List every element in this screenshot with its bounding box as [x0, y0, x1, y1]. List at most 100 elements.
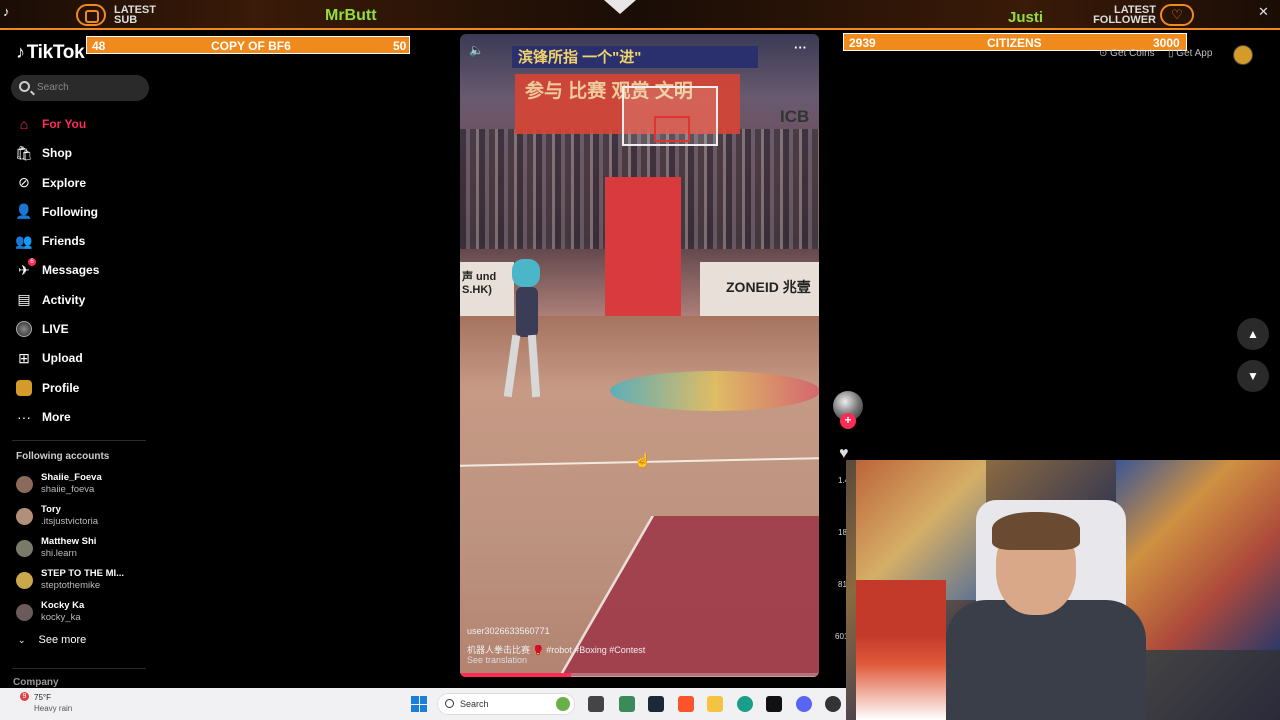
- live-icon: [16, 321, 32, 338]
- sub-goal-target: 50: [393, 39, 407, 53]
- chevron-down-icon: ⌄: [18, 635, 26, 645]
- get-coins-label: Get Coins: [1110, 48, 1155, 59]
- file-explorer-icon[interactable]: [707, 696, 723, 712]
- sidebar-item-label: Shop: [42, 146, 72, 161]
- tiktok-note-icon: ♪: [16, 42, 25, 62]
- search-highlight-icon: [556, 697, 570, 711]
- profile-icon: [16, 379, 32, 396]
- webcam-overlay: [846, 460, 1280, 720]
- sidebar-item-friends[interactable]: 👥 Friends: [0, 227, 160, 256]
- avatar: [16, 476, 33, 493]
- edge-browser-icon[interactable]: [737, 696, 753, 712]
- shop-bag-icon: 🛍: [15, 144, 33, 161]
- avatar: [16, 572, 33, 589]
- mouse-cursor-icon: ☝: [634, 452, 652, 468]
- volume-icon[interactable]: 🔈: [469, 43, 484, 57]
- account-handle: kocky_ka: [41, 612, 81, 623]
- heart-follow-icon: ♡: [1160, 4, 1194, 26]
- following-account-item[interactable]: Kocky Ka kocky_ka: [14, 598, 154, 630]
- account-name: STEP TO THE MI...: [41, 568, 125, 579]
- sidebar-item-label: Messages: [42, 263, 100, 278]
- video-zoneid-ad: ZONEID 兆壹: [700, 262, 819, 316]
- company-link[interactable]: Company: [13, 677, 59, 688]
- avatar: [16, 508, 33, 525]
- windows-start-icon[interactable]: [411, 696, 427, 712]
- following-account-item[interactable]: STEP TO THE MI... steptothemike: [14, 566, 154, 598]
- activity-icon: ▤: [17, 291, 31, 308]
- get-coins-link[interactable]: ⊙ Get Coins: [1099, 48, 1155, 59]
- account-handle: shaiie_foeva: [41, 484, 95, 495]
- tiktok-logo[interactable]: ♪ TikTok: [16, 42, 85, 64]
- sidebar-divider: [12, 440, 146, 441]
- steam-icon[interactable]: [648, 696, 664, 712]
- sidebar-item-label: More: [42, 409, 71, 424]
- video-progress-bar[interactable]: [460, 673, 819, 677]
- tiktok-app-icon[interactable]: [766, 696, 782, 712]
- webcam-shoe-boxes: [856, 580, 946, 720]
- close-icon[interactable]: ✕: [1258, 4, 1269, 20]
- following-account-item[interactable]: Tory .itsjustvictoria: [14, 502, 154, 534]
- see-more-label: See more: [38, 634, 87, 646]
- sidebar-item-more[interactable]: ··· More: [0, 403, 160, 432]
- account-handle: shi.learn: [41, 548, 77, 559]
- webcam-person-shirt: [946, 600, 1146, 720]
- previous-video-button[interactable]: ▲: [1237, 318, 1269, 350]
- sidebar-item-label: Profile: [42, 380, 80, 395]
- weather-widget-icon[interactable]: 9: [20, 692, 32, 704]
- taskbar-search-input[interactable]: Search: [437, 693, 575, 715]
- tiktok-corner-icon: ♪: [3, 4, 10, 19]
- video-court-logo: [610, 371, 819, 411]
- sidebar-item-for-you[interactable]: ⌂ For You: [0, 110, 160, 139]
- sidebar-item-profile[interactable]: Profile: [0, 374, 160, 403]
- search-icon: [445, 699, 454, 708]
- discord-icon[interactable]: [796, 696, 812, 712]
- following-accounts-list: Shaiie_Foeva shaiie_foeva Tory .itsjustv…: [14, 470, 154, 630]
- see-more-button[interactable]: ⌄ See more: [18, 634, 86, 646]
- brave-browser-icon[interactable]: [678, 696, 694, 712]
- tiktok-logo-text: TikTok: [26, 42, 85, 63]
- sidebar-item-live[interactable]: LIVE: [0, 315, 160, 344]
- sidebar-item-activity[interactable]: ▤ Activity: [0, 286, 160, 315]
- overlay-center-arrow: [604, 0, 636, 14]
- compass-icon: ⊘: [18, 174, 30, 191]
- account-name: Kocky Ka: [41, 600, 85, 611]
- follower-goal-current: 2939: [849, 36, 876, 50]
- see-translation-link[interactable]: See translation: [467, 655, 527, 665]
- sidebar-item-label: For You: [42, 117, 87, 131]
- search-placeholder: Search: [37, 82, 69, 93]
- get-app-label: Get App: [1176, 48, 1213, 59]
- sidebar-item-label: Upload: [42, 351, 83, 366]
- following-account-item[interactable]: Matthew Shi shi.learn: [14, 534, 154, 566]
- sidebar-item-shop[interactable]: 🛍 Shop: [0, 139, 160, 168]
- user-avatar[interactable]: [1233, 45, 1253, 65]
- following-account-item[interactable]: Shaiie_Foeva shaiie_foeva: [14, 470, 154, 502]
- phone-icon: ▯: [1168, 48, 1174, 59]
- avatar: [16, 540, 33, 557]
- windows-taskbar: 9 75°F Heavy rain Search: [0, 688, 846, 720]
- sidebar-item-label: Following: [42, 204, 98, 219]
- latest-follower-name: Justi: [1008, 9, 1044, 26]
- sidebar-item-messages[interactable]: ✈ 6 Messages: [0, 256, 160, 285]
- obs-icon[interactable]: [825, 696, 841, 712]
- video-username[interactable]: user3026633560771: [467, 626, 550, 636]
- account-handle: .itsjustvictoria: [41, 516, 99, 527]
- sidebar-item-upload[interactable]: ⊞ Upload: [0, 344, 160, 373]
- sidebar-item-following[interactable]: 👤 Following: [0, 198, 160, 227]
- task-view-icon[interactable]: [588, 696, 604, 712]
- sub-goal-current: 48: [92, 39, 106, 53]
- account-name: Tory: [41, 504, 61, 515]
- video-progress-fill: [460, 673, 572, 677]
- taskbar-search-placeholder: Search: [460, 699, 489, 709]
- follow-plus-button[interactable]: +: [840, 413, 856, 429]
- twitch-sub-icon: [76, 4, 106, 26]
- more-options-icon[interactable]: ···: [794, 40, 807, 55]
- search-input[interactable]: Search: [11, 75, 149, 101]
- next-video-button[interactable]: ▼: [1237, 360, 1269, 392]
- video-icb-sign: ICB: [780, 107, 810, 126]
- weather-badge: 9: [20, 692, 29, 701]
- app-notes-icon[interactable]: [619, 696, 635, 712]
- video-robot: [502, 259, 548, 409]
- get-app-link[interactable]: ▯ Get App: [1168, 48, 1212, 59]
- sidebar-item-explore[interactable]: ⊘ Explore: [0, 169, 160, 198]
- video-player[interactable]: 滨锋所指 一个"进" 参与 比赛 观赏 文明 ICB 声 und S.HK) Z…: [460, 34, 819, 677]
